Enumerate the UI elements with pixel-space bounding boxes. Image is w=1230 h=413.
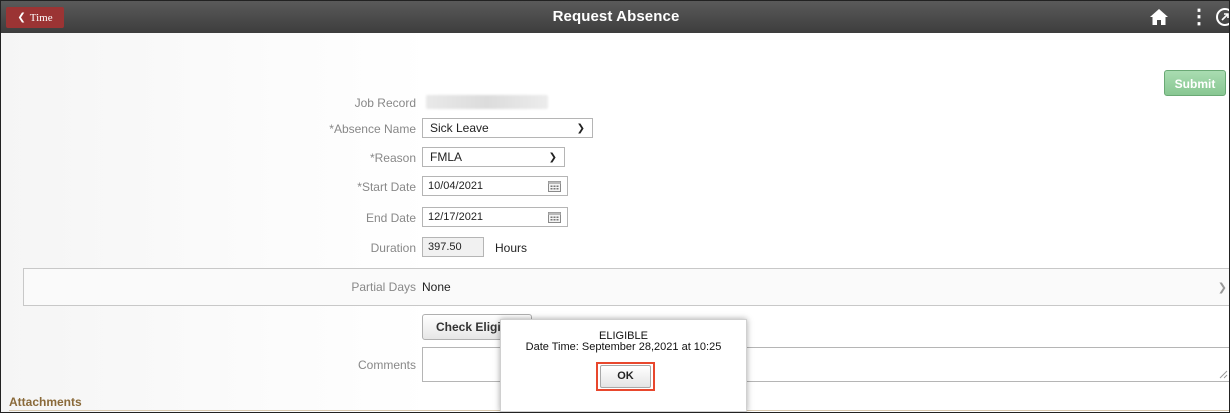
- resize-grip-icon[interactable]: [1219, 370, 1228, 379]
- back-button-label: Time: [29, 11, 53, 24]
- partial-days-row[interactable]: ❯: [23, 268, 1229, 306]
- chevron-left-icon: ❮: [17, 12, 26, 23]
- partial-days-label: Partial Days: [351, 280, 416, 294]
- reason-select[interactable]: FMLA ❯: [422, 147, 565, 167]
- duration-field: 397.50: [422, 237, 484, 257]
- attachments-title: Attachments: [9, 395, 82, 409]
- back-button[interactable]: ❮ Time: [6, 7, 64, 28]
- comments-label: Comments: [357, 358, 416, 372]
- start-date-value: 10/04/2021: [428, 180, 484, 192]
- calendar-icon[interactable]: [548, 211, 561, 223]
- job-record-value: [426, 95, 548, 109]
- job-record-label: Job Record: [354, 96, 416, 110]
- ok-button[interactable]: OK: [600, 365, 651, 388]
- eligibility-dialog: ELIGIBLE Date Time: September 28,2021 at…: [500, 319, 747, 412]
- start-date-label: *Start Date: [357, 180, 416, 194]
- partial-days-value: None: [422, 280, 451, 294]
- end-date-value: 12/17/2021: [428, 211, 484, 223]
- submit-button[interactable]: Submit: [1164, 70, 1226, 96]
- app-window: ❮ Time Request Absence ⋮ Submit Job Reco…: [0, 0, 1230, 413]
- start-date-field[interactable]: 10/04/2021: [422, 176, 568, 196]
- more-vertical-icon[interactable]: ⋮: [1189, 5, 1209, 29]
- chevron-right-icon: ❯: [1217, 281, 1227, 294]
- end-date-label: End Date: [365, 211, 416, 225]
- reason-value: FMLA: [430, 150, 463, 164]
- nav-bar-icon[interactable]: [1215, 7, 1230, 27]
- header-bar: ❮ Time Request Absence ⋮: [1, 1, 1230, 33]
- reason-label: *Reason: [369, 151, 416, 165]
- duration-label: Duration: [370, 241, 416, 255]
- chevron-down-icon: ❯: [548, 152, 557, 163]
- absence-name-value: Sick Leave: [430, 121, 489, 135]
- absence-name-label: *Absence Name: [329, 122, 416, 136]
- absence-name-select[interactable]: Sick Leave ❯: [422, 118, 593, 138]
- chevron-down-icon: ❯: [576, 123, 585, 134]
- page-title: Request Absence: [552, 8, 680, 25]
- calendar-icon[interactable]: [548, 180, 561, 192]
- home-icon[interactable]: [1149, 7, 1169, 27]
- duration-unit: Hours: [495, 241, 528, 255]
- end-date-field[interactable]: 12/17/2021: [422, 207, 568, 227]
- dialog-message: Date Time: September 28,2021 at 10:25: [525, 341, 722, 353]
